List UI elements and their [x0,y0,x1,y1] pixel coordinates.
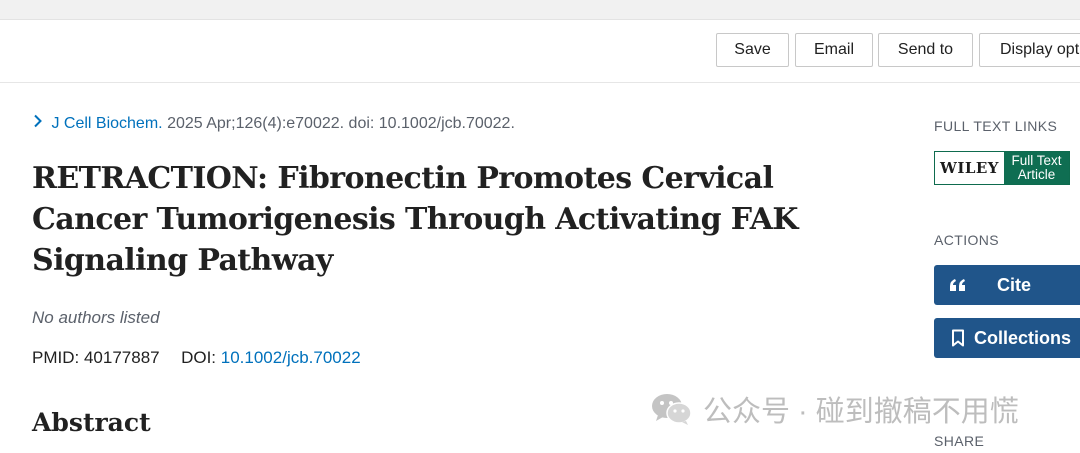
email-button[interactable]: Email [795,33,873,67]
doi-label: DOI: [181,348,217,367]
actions-heading: ACTIONS [934,232,1000,248]
wiley-line-2: Article [1017,167,1056,182]
save-button[interactable]: Save [716,33,789,67]
watermark-overlay: 公众号 · 碰到撤稿不用慌 [651,388,1019,430]
journal-link[interactable]: J Cell Biochem. [51,115,162,132]
wiley-logo-text: WILEY [935,152,1004,184]
quote-icon [947,278,969,292]
article-identifiers: PMID: 40177887 DOI: 10.1002/jcb.70022 [32,348,361,368]
wiley-full-text-label: Full Text Article [1004,152,1069,184]
chevron-right-icon[interactable] [33,114,47,133]
full-text-links-heading: FULL TEXT LINKS [934,118,1058,134]
authors-note: No authors listed [32,308,160,327]
wiley-line-1: Full Text [1011,153,1062,168]
pmid-value: 40177887 [83,348,160,367]
doi-link[interactable]: 10.1002/jcb.70022 [221,348,361,367]
pmid-label: PMID: [32,348,80,367]
citation-details: 2025 Apr;126(4):e70022. doi: 10.1002/jcb… [167,115,515,132]
display-options-button[interactable]: Display opt [979,33,1080,67]
send-to-button[interactable]: Send to [878,33,973,67]
collections-label: Collections [974,327,1072,348]
article-toolbar: Save Email Send to Display opt [0,20,1080,83]
watermark-text: 公众号 · 碰到撤稿不用慌 [703,396,1019,428]
wechat-icon [652,394,692,425]
article-title: RETRACTION: Fibronectin Promotes Cervica… [32,161,798,278]
cite-label: Cite [997,274,1032,295]
bookmark-icon [947,329,969,347]
browser-top-strip [0,0,1080,20]
share-heading: SHARE [934,433,985,449]
cite-button[interactable]: Cite [934,265,1080,305]
journal-citation: J Cell Biochem. 2025 Apr;126(4):e70022. … [33,114,515,133]
wiley-full-text-link[interactable]: WILEY Full Text Article [934,151,1070,185]
collections-button[interactable]: Collections [934,318,1080,358]
abstract-heading: Abstract [32,408,151,437]
